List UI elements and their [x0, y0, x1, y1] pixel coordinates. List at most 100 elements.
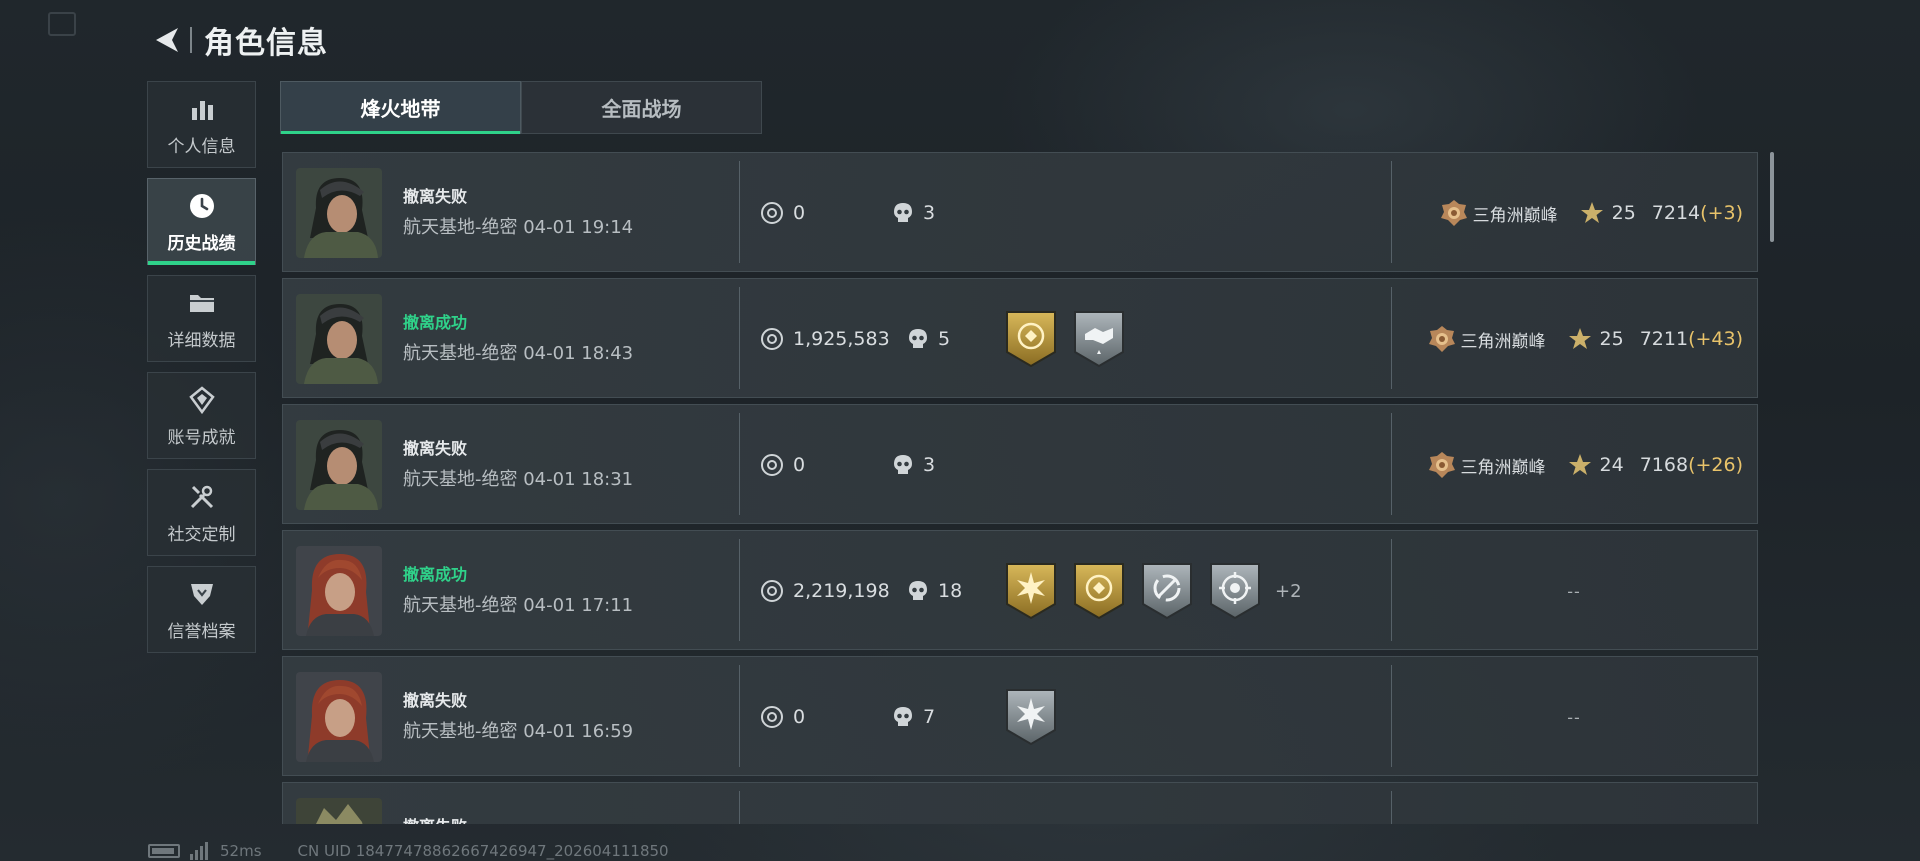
sidebar-item-profile[interactable]: 个人信息: [147, 81, 256, 168]
coin-icon: [761, 202, 783, 224]
kills-count: 5: [938, 328, 951, 350]
match-record[interactable]: 撤离失败: [282, 782, 1758, 824]
sidebar-item-social[interactable]: 社交定制: [147, 469, 256, 556]
folder-icon: [185, 286, 219, 320]
status-footer: 52ms CN UID 18477478862667426947_2026041…: [148, 842, 669, 860]
money-amount: 1,925,583: [793, 328, 890, 350]
match-record[interactable]: 撤离成功 航天基地-绝密 04-01 18:43 1,925,583 5 三角洲…: [282, 278, 1758, 398]
bar-chart-icon: [185, 92, 219, 126]
money-amount: 0: [793, 454, 806, 476]
star-icon: [1568, 454, 1591, 475]
gold-emblem-badge[interactable]: [1073, 562, 1125, 620]
kills-count: 7: [923, 706, 936, 728]
sidebar: 个人信息 历史战绩 详细数据 账号成就 社交定制 信誉档案: [147, 81, 257, 663]
sidebar-item-achievements[interactable]: 账号成就: [147, 372, 256, 459]
skull-icon: [894, 203, 912, 222]
operator-avatar: [296, 798, 382, 824]
kills-count: 3: [923, 202, 936, 224]
header-divider: [190, 27, 192, 53]
coin-icon: [761, 454, 783, 476]
skull-icon: [909, 329, 927, 348]
silver-burst-badge[interactable]: [1005, 688, 1057, 746]
tab-hazard-zone[interactable]: 烽火地带: [280, 81, 521, 134]
rank-level: 25: [1611, 202, 1636, 224]
operator-avatar: [296, 294, 382, 384]
back-button[interactable]: [150, 23, 184, 57]
match-record[interactable]: 撤离失败 航天基地-绝密 04-01 18:31 0 3 三角洲巅峰 24 71…: [282, 404, 1758, 524]
money-value: 0: [761, 657, 805, 777]
sidebar-item-details[interactable]: 详细数据: [147, 275, 256, 362]
extraction-status: 撤离失败: [403, 187, 468, 206]
map-and-time: 航天基地-绝密 04-01 16:59: [403, 721, 634, 742]
signal-icon: [190, 842, 208, 860]
kills-value: 3: [893, 153, 935, 273]
list-scrollbar[interactable]: [1770, 152, 1774, 242]
silver-handshake-badge[interactable]: [1073, 310, 1125, 368]
star-icon: [1568, 328, 1591, 349]
more-badges-count[interactable]: +2: [1275, 581, 1302, 602]
rank-level: 24: [1599, 454, 1624, 476]
menu-corner-icon[interactable]: [48, 12, 76, 36]
rank-name: 三角洲巅峰: [1472, 205, 1558, 226]
gold-burst-badge[interactable]: [1005, 562, 1057, 620]
uid-text: CN UID 18477478862667426947_202604111850: [297, 842, 669, 860]
kills-value: 7: [893, 657, 935, 777]
silver-cycle-badge[interactable]: [1141, 562, 1193, 620]
kills-count: 3: [923, 454, 936, 476]
map-and-time: 航天基地-绝密 04-01 19:14: [403, 217, 634, 238]
badge-list: +2: [1005, 531, 1302, 651]
page-title: 角色信息: [204, 26, 328, 61]
divider: [739, 413, 740, 515]
rank-info: 三角洲巅峰 24 7168 (+26): [1427, 405, 1743, 525]
rank-name: 三角洲巅峰: [1460, 331, 1546, 352]
kills-value: 18: [908, 531, 962, 651]
sidebar-item-credit[interactable]: 信誉档案: [147, 566, 256, 653]
money-value: 0: [761, 405, 805, 525]
map-and-time: 航天基地-绝密 04-01 18:31: [403, 469, 634, 490]
rank-score: 7214: [1651, 202, 1701, 224]
rank-score: 7168: [1639, 454, 1689, 476]
operator-avatar: [296, 168, 382, 258]
sidebar-item-label: 社交定制: [167, 525, 236, 545]
skull-icon: [909, 581, 927, 600]
rank-empty: --: [1567, 707, 1581, 727]
shield-heart-icon: [185, 577, 219, 611]
gold-emblem-badge[interactable]: [1005, 310, 1057, 368]
sidebar-item-label: 历史战绩: [167, 234, 236, 254]
divider: [1391, 791, 1392, 824]
sidebar-item-history[interactable]: 历史战绩: [147, 178, 256, 265]
coin-icon: [761, 328, 783, 350]
money-value: 2,219,198: [761, 531, 890, 651]
extraction-status: 撤离失败: [403, 813, 467, 824]
operator-avatar: [296, 420, 382, 510]
tools-icon: [185, 480, 219, 514]
extraction-status: 撤离失败: [403, 691, 468, 710]
rank-emblem-icon: [1440, 200, 1467, 226]
rank-score: 7211: [1639, 328, 1689, 350]
match-history-list[interactable]: 撤离失败 航天基地-绝密 04-01 19:14 0 3 三角洲巅峰 25 72…: [282, 152, 1758, 824]
rank-delta: (+3): [1700, 202, 1743, 224]
rank-emblem-icon: [1428, 326, 1455, 352]
sidebar-item-label: 个人信息: [167, 137, 236, 157]
tab-full-battlefield[interactable]: 全面战场: [521, 81, 762, 134]
badge-list: [1005, 657, 1057, 777]
match-record[interactable]: 撤离失败 航天基地-绝密 04-01 19:14 0 3 三角洲巅峰 25 72…: [282, 152, 1758, 272]
match-record[interactable]: 撤离失败 航天基地-绝密 04-01 16:59 0 7 --: [282, 656, 1758, 776]
kills-count: 18: [938, 580, 963, 602]
rank-delta: (+43): [1688, 328, 1743, 350]
star-icon: [1580, 202, 1603, 223]
coin-icon: [761, 580, 783, 602]
back-arrow-icon: [156, 28, 178, 52]
clock-icon: [185, 189, 219, 223]
coin-icon: [761, 706, 783, 728]
match-record[interactable]: 撤离成功 航天基地-绝密 04-01 17:11 2,219,198 18 +2…: [282, 530, 1758, 650]
divider: [739, 665, 740, 767]
latency-value: 52ms: [220, 842, 262, 860]
divider: [739, 539, 740, 641]
money-value: 1,925,583: [761, 279, 890, 399]
silver-target-badge[interactable]: [1209, 562, 1261, 620]
sidebar-item-label: 账号成就: [167, 428, 236, 448]
achievement-icon: [185, 383, 219, 417]
map-and-time: 航天基地-绝密 04-01 17:11: [403, 595, 634, 616]
divider: [739, 791, 740, 824]
